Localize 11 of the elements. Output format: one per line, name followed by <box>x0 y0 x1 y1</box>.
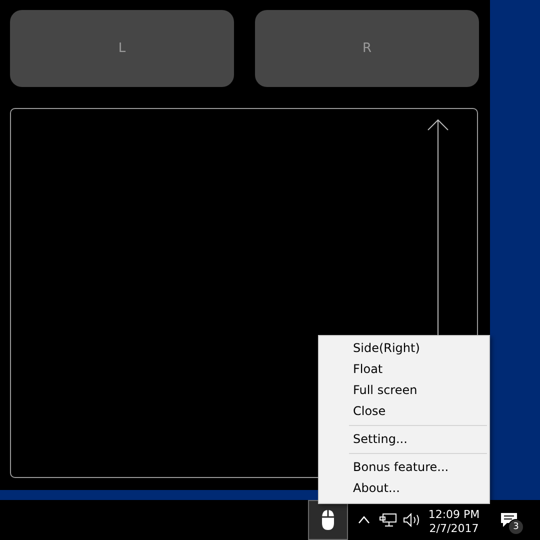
menu-item[interactable]: Close <box>321 401 487 422</box>
menu-item[interactable]: Setting... <box>321 429 487 450</box>
clock-time[interactable]: 12:09 PM <box>428 508 480 522</box>
menu-item[interactable]: Side(Right) <box>321 338 487 359</box>
menu-item[interactable]: Bonus feature... <box>321 457 487 478</box>
mouse-tray-icon[interactable] <box>308 500 348 540</box>
clock-date[interactable]: 2/7/2017 <box>429 522 479 536</box>
menu-item[interactable]: About... <box>321 478 487 499</box>
menu-item[interactable]: Float <box>321 359 487 380</box>
notification-count: 3 <box>508 519 524 535</box>
menu-item[interactable]: Full screen <box>321 380 487 401</box>
